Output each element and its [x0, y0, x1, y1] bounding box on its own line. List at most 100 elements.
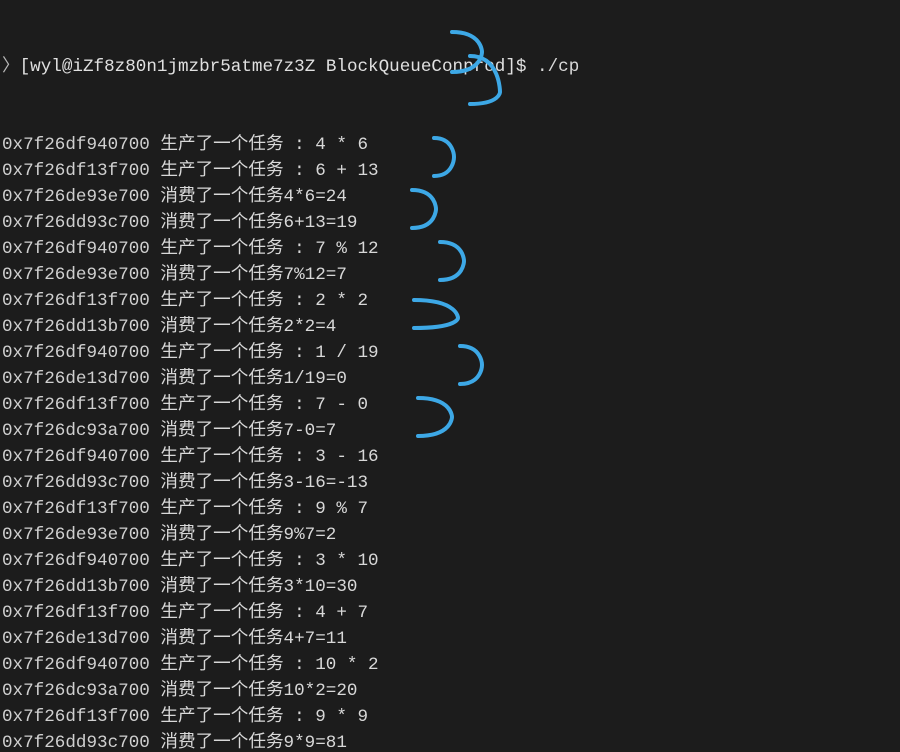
task-message: 消费了一个任务: [160, 577, 283, 597]
output-line: 0x7f26dd13b700 消费了一个任务3*10=30: [2, 574, 900, 600]
task-expression: 7-0=7: [284, 421, 337, 441]
prompt-path: BlockQueueConprod: [326, 57, 506, 77]
task-message: 消费了一个任务: [160, 629, 283, 649]
task-message: 生产了一个任务: [160, 655, 283, 675]
task-expression: : 7 - 0: [284, 395, 368, 415]
output-line: 0x7f26de13d700 消费了一个任务1/19=0: [2, 366, 900, 392]
task-message: 生产了一个任务: [160, 707, 283, 727]
task-expression: : 1 / 19: [284, 343, 379, 363]
output-lines: 0x7f26df940700 生产了一个任务 : 4 * 60x7f26df13…: [2, 132, 900, 752]
prompt-host: iZf8z80n1jmzbr5atme7z3Z: [72, 57, 315, 77]
thread-address: 0x7f26df13f700: [2, 499, 150, 519]
task-expression: : 9 % 7: [284, 499, 368, 519]
task-expression: : 7 % 12: [284, 239, 379, 259]
thread-address: 0x7f26df940700: [2, 447, 150, 467]
output-line: 0x7f26df940700 生产了一个任务 : 4 * 6: [2, 132, 900, 158]
task-message: 消费了一个任务: [160, 733, 283, 752]
output-line: 0x7f26df940700 生产了一个任务 : 10 * 2: [2, 652, 900, 678]
thread-address: 0x7f26dc93a700: [2, 681, 150, 701]
task-expression: 4*6=24: [284, 187, 347, 207]
thread-address: 0x7f26df13f700: [2, 291, 150, 311]
output-line: 0x7f26df13f700 生产了一个任务 : 4 + 7: [2, 600, 900, 626]
prompt-dollar: $: [516, 57, 527, 77]
thread-address: 0x7f26de93e700: [2, 187, 150, 207]
output-line: 0x7f26df13f700 生产了一个任务 : 6 + 13: [2, 158, 900, 184]
task-message: 消费了一个任务: [160, 187, 283, 207]
thread-address: 0x7f26dd93c700: [2, 733, 150, 752]
output-line: 0x7f26dd93c700 消费了一个任务3-16=-13: [2, 470, 900, 496]
task-message: 生产了一个任务: [160, 499, 283, 519]
thread-address: 0x7f26dd93c700: [2, 213, 150, 233]
output-line: 0x7f26dd13b700 消费了一个任务2*2=4: [2, 314, 900, 340]
task-message: 生产了一个任务: [160, 239, 283, 259]
task-expression: 3*10=30: [284, 577, 358, 597]
prompt-leading-symbol: 〉: [2, 57, 20, 77]
thread-address: 0x7f26df940700: [2, 239, 150, 259]
output-line: 0x7f26dd93c700 消费了一个任务6+13=19: [2, 210, 900, 236]
task-expression: 7%12=7: [284, 265, 347, 285]
thread-address: 0x7f26dc93a700: [2, 421, 150, 441]
output-line: 0x7f26dc93a700 消费了一个任务10*2=20: [2, 678, 900, 704]
thread-address: 0x7f26df940700: [2, 551, 150, 571]
task-message: 生产了一个任务: [160, 135, 283, 155]
task-message: 消费了一个任务: [160, 317, 283, 337]
thread-address: 0x7f26df13f700: [2, 395, 150, 415]
thread-address: 0x7f26de93e700: [2, 265, 150, 285]
task-message: 消费了一个任务: [160, 525, 283, 545]
output-line: 0x7f26df13f700 生产了一个任务 : 7 - 0: [2, 392, 900, 418]
prompt-user: wyl: [30, 57, 62, 77]
prompt-command: ./cp: [537, 57, 579, 77]
thread-address: 0x7f26de93e700: [2, 525, 150, 545]
prompt-open-bracket: [: [20, 57, 31, 77]
task-message: 消费了一个任务: [160, 369, 283, 389]
task-expression: 6+13=19: [284, 213, 358, 233]
task-expression: 9%7=2: [284, 525, 337, 545]
thread-address: 0x7f26df940700: [2, 655, 150, 675]
task-expression: 1/19=0: [284, 369, 347, 389]
output-line: 0x7f26df13f700 生产了一个任务 : 9 * 9: [2, 704, 900, 730]
prompt-at: @: [62, 57, 73, 77]
terminal[interactable]: 〉[wyl@iZf8z80n1jmzbr5atme7z3Z BlockQueue…: [0, 0, 900, 752]
output-line: 0x7f26df940700 生产了一个任务 : 3 * 10: [2, 548, 900, 574]
output-line: 0x7f26df13f700 生产了一个任务 : 2 * 2: [2, 288, 900, 314]
thread-address: 0x7f26dd13b700: [2, 317, 150, 337]
task-expression: : 9 * 9: [284, 707, 368, 727]
task-message: 生产了一个任务: [160, 603, 283, 623]
thread-address: 0x7f26df13f700: [2, 707, 150, 727]
thread-address: 0x7f26dd13b700: [2, 577, 150, 597]
output-line: 0x7f26df940700 生产了一个任务 : 1 / 19: [2, 340, 900, 366]
output-line: 0x7f26de93e700 消费了一个任务4*6=24: [2, 184, 900, 210]
task-message: 消费了一个任务: [160, 681, 283, 701]
thread-address: 0x7f26df940700: [2, 343, 150, 363]
prompt-line: 〉[wyl@iZf8z80n1jmzbr5atme7z3Z BlockQueue…: [2, 54, 900, 80]
task-expression: : 4 * 6: [284, 135, 368, 155]
task-message: 生产了一个任务: [160, 161, 283, 181]
task-message: 消费了一个任务: [160, 473, 283, 493]
output-line: 0x7f26de93e700 消费了一个任务7%12=7: [2, 262, 900, 288]
task-message: 消费了一个任务: [160, 421, 283, 441]
thread-address: 0x7f26de13d700: [2, 369, 150, 389]
thread-address: 0x7f26df13f700: [2, 603, 150, 623]
task-expression: 2*2=4: [284, 317, 337, 337]
output-line: 0x7f26de13d700 消费了一个任务4+7=11: [2, 626, 900, 652]
task-message: 生产了一个任务: [160, 395, 283, 415]
task-expression: 10*2=20: [284, 681, 358, 701]
task-message: 生产了一个任务: [160, 291, 283, 311]
task-expression: : 4 + 7: [284, 603, 368, 623]
task-expression: : 10 * 2: [284, 655, 379, 675]
thread-address: 0x7f26df940700: [2, 135, 150, 155]
thread-address: 0x7f26dd93c700: [2, 473, 150, 493]
task-expression: : 2 * 2: [284, 291, 368, 311]
task-message: 生产了一个任务: [160, 551, 283, 571]
task-expression: : 3 * 10: [284, 551, 379, 571]
task-message: 生产了一个任务: [160, 447, 283, 467]
task-expression: 4+7=11: [284, 629, 347, 649]
prompt-close-bracket: ]: [505, 57, 516, 77]
thread-address: 0x7f26df13f700: [2, 161, 150, 181]
task-message: 生产了一个任务: [160, 343, 283, 363]
task-expression: : 6 + 13: [284, 161, 379, 181]
output-line: 0x7f26de93e700 消费了一个任务9%7=2: [2, 522, 900, 548]
output-line: 0x7f26df940700 生产了一个任务 : 3 - 16: [2, 444, 900, 470]
output-line: 0x7f26dc93a700 消费了一个任务7-0=7: [2, 418, 900, 444]
output-line: 0x7f26dd93c700 消费了一个任务9*9=81: [2, 730, 900, 752]
